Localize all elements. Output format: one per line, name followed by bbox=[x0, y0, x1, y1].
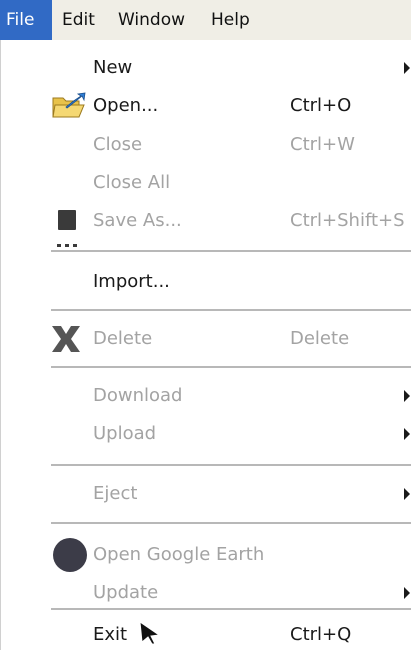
menu-file[interactable]: File bbox=[0, 0, 52, 40]
menu-item-new[interactable]: New bbox=[1, 50, 411, 86]
menu-separator bbox=[51, 522, 411, 524]
menu-item-upload-label: Upload bbox=[93, 423, 157, 444]
menu-separator bbox=[51, 366, 411, 368]
menu-item-close-all[interactable]: Close All bbox=[1, 165, 411, 201]
menu-item-delete-shortcut: Delete bbox=[290, 328, 350, 349]
menu-item-close-label: Close bbox=[93, 134, 143, 155]
menu-item-delete[interactable]: Delete Delete bbox=[1, 321, 411, 357]
menu-edit-label: Edit bbox=[62, 10, 95, 30]
globe-icon bbox=[53, 538, 87, 572]
menu-item-import-label: Import... bbox=[93, 271, 170, 292]
menu-item-exit-shortcut: Ctrl+Q bbox=[290, 624, 352, 645]
menu-separator bbox=[51, 464, 411, 466]
menu-item-eject[interactable]: Eject bbox=[1, 476, 411, 512]
menu-window[interactable]: Window bbox=[112, 0, 191, 40]
menu-item-update[interactable]: Update bbox=[1, 575, 411, 611]
menu-item-update-label: Update bbox=[93, 582, 159, 603]
menu-item-open-shortcut: Ctrl+O bbox=[290, 95, 352, 116]
menu-item-download[interactable]: Download bbox=[1, 378, 411, 414]
save-icon-dots bbox=[57, 232, 81, 247]
menu-file-label: File bbox=[6, 10, 35, 30]
file-dropdown-menu: New Open... Ctrl+O Close Ctrl+W Close Al… bbox=[0, 40, 411, 650]
mouse-cursor-icon bbox=[139, 621, 161, 645]
menu-item-exit[interactable]: Exit Ctrl+Q bbox=[1, 617, 411, 650]
menu-help-label: Help bbox=[211, 10, 250, 30]
menu-item-new-label: New bbox=[93, 57, 133, 78]
submenu-arrow-icon bbox=[404, 587, 410, 599]
menu-item-save-as[interactable]: Save As... Ctrl+Shift+S bbox=[1, 203, 411, 247]
menu-item-close[interactable]: Close Ctrl+W bbox=[1, 127, 411, 163]
menu-item-save-as-shortcut: Ctrl+Shift+S bbox=[290, 210, 405, 231]
menu-item-download-label: Download bbox=[93, 385, 183, 406]
menu-item-eject-label: Eject bbox=[93, 483, 138, 504]
menu-item-save-as-label: Save As... bbox=[93, 210, 182, 231]
save-icon bbox=[58, 210, 76, 230]
menu-separator bbox=[51, 608, 411, 610]
menu-item-open-google-earth[interactable]: Open Google Earth bbox=[1, 537, 411, 573]
menu-item-upload[interactable]: Upload bbox=[1, 416, 411, 452]
folder-open-icon bbox=[51, 92, 87, 120]
menu-item-close-all-label: Close All bbox=[93, 172, 171, 193]
menu-item-open[interactable]: Open... Ctrl+O bbox=[1, 88, 411, 124]
menu-separator bbox=[51, 250, 411, 252]
submenu-arrow-icon bbox=[404, 488, 410, 500]
menu-window-label: Window bbox=[118, 10, 186, 30]
menu-help[interactable]: Help bbox=[205, 0, 256, 40]
delete-x-icon bbox=[49, 321, 83, 360]
menu-item-open-google-earth-label: Open Google Earth bbox=[93, 544, 265, 565]
submenu-arrow-icon bbox=[404, 390, 410, 402]
submenu-arrow-icon bbox=[404, 428, 410, 440]
menu-item-open-label: Open... bbox=[93, 95, 159, 116]
menu-separator bbox=[51, 309, 411, 311]
menu-item-delete-label: Delete bbox=[93, 328, 153, 349]
menu-edit[interactable]: Edit bbox=[56, 0, 101, 40]
menu-item-close-shortcut: Ctrl+W bbox=[290, 134, 355, 155]
menu-item-exit-label: Exit bbox=[93, 624, 128, 645]
menu-bar: File Edit Window Help bbox=[0, 0, 411, 40]
submenu-arrow-icon bbox=[404, 62, 410, 74]
menu-item-import[interactable]: Import... bbox=[1, 264, 411, 300]
